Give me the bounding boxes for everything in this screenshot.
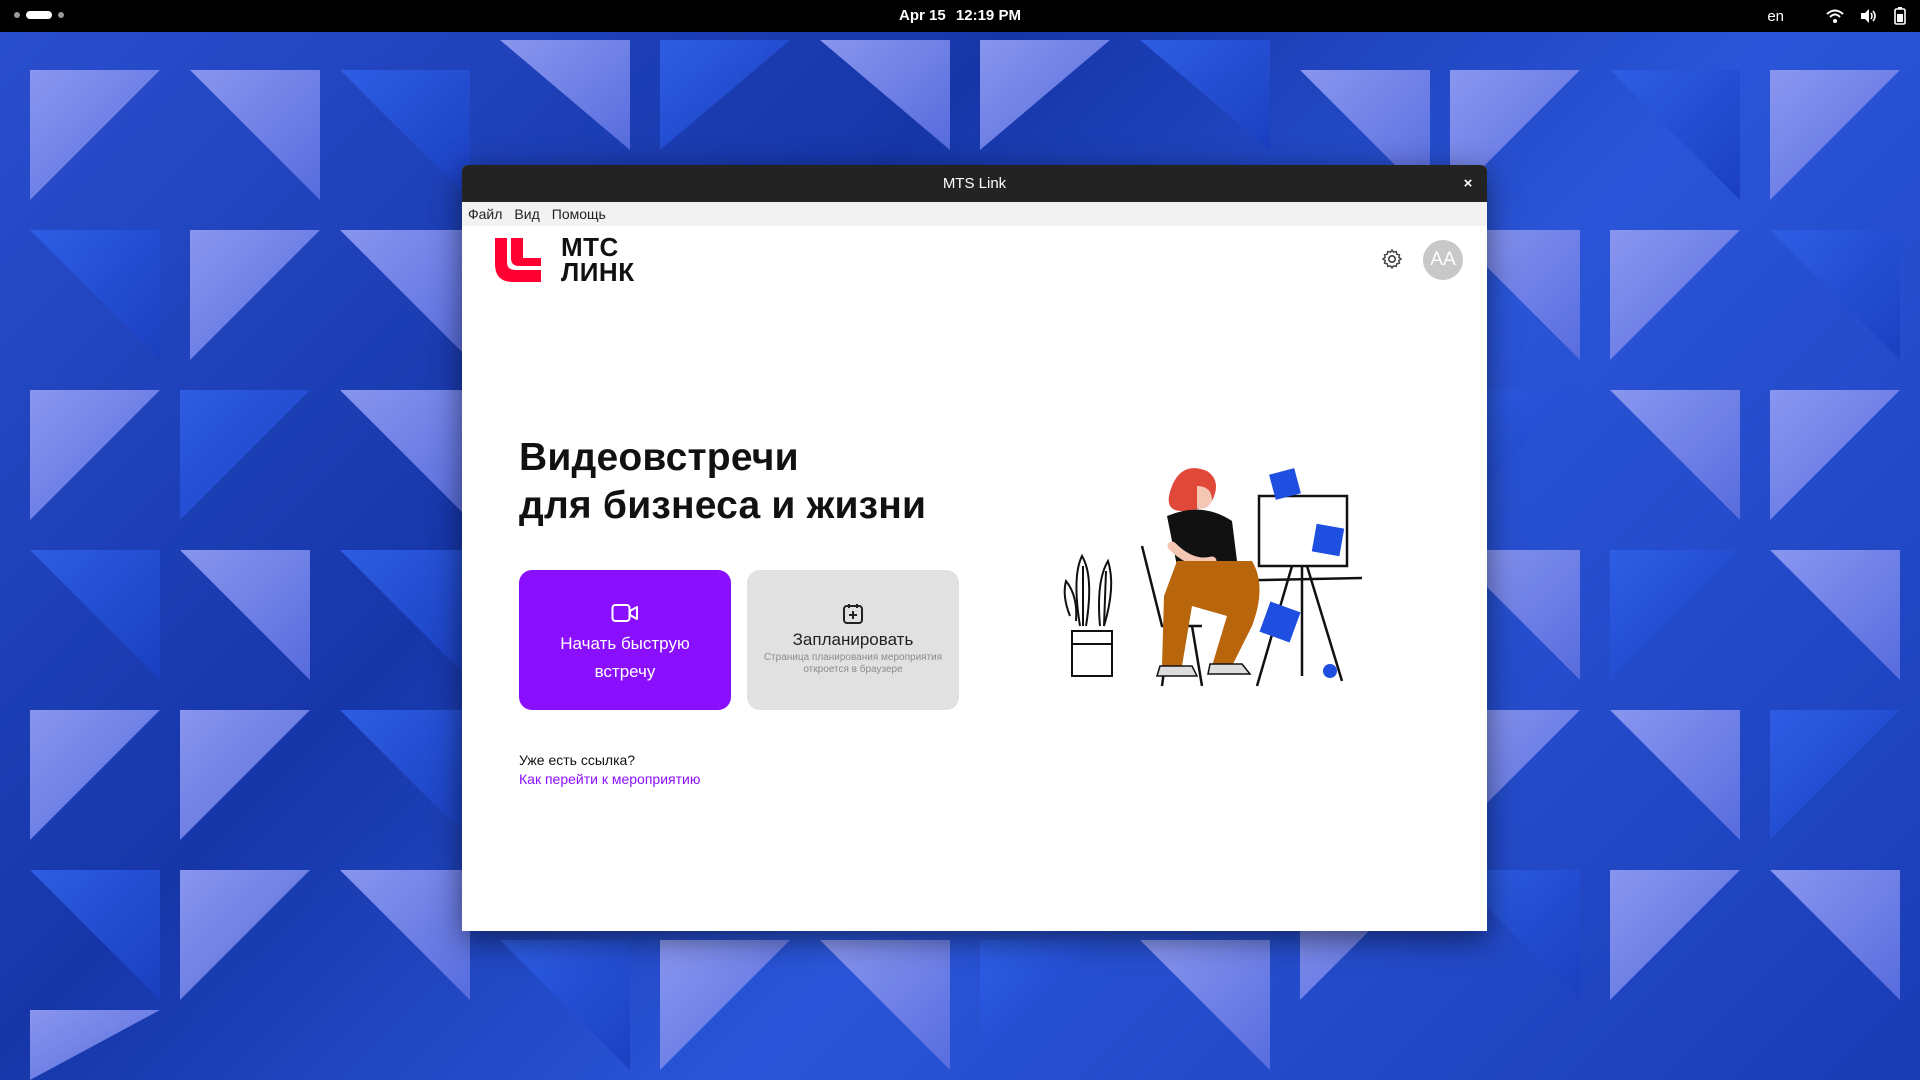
user-avatar[interactable]: AA	[1423, 240, 1463, 280]
how-to-join-link[interactable]: Как перейти к мероприятию	[519, 771, 700, 787]
system-top-bar: Apr 15 12:19 PM en	[0, 0, 1920, 32]
menu-file[interactable]: Файл	[468, 206, 502, 222]
system-tray[interactable]: en	[1767, 0, 1906, 32]
wifi-icon	[1826, 9, 1844, 23]
logo-line2: ЛИНК	[561, 257, 635, 287]
woman-at-desk-illustration	[1063, 468, 1363, 687]
quick-meeting-label: Начать быструю встречу	[560, 634, 690, 681]
clock-time: 12:19 PM	[955, 7, 1021, 24]
settings-button[interactable]	[1381, 248, 1403, 275]
volume-icon	[1861, 9, 1876, 23]
app-content: МТС ЛИНК AA Видеовстречи для бизнеса и ж…	[462, 226, 1487, 931]
mts-link-logo: МТС ЛИНК	[495, 234, 635, 287]
menu-view[interactable]: Вид	[514, 206, 539, 222]
video-camera-icon	[611, 604, 638, 622]
window-titlebar[interactable]: MTS Link ×	[462, 165, 1487, 202]
schedule-label: Запланировать	[792, 630, 914, 649]
schedule-hint: Страница планирования мероприятия открое…	[763, 652, 943, 675]
mts-link-logo-mark	[495, 238, 541, 282]
window-title: MTS Link	[942, 175, 1007, 192]
window-close-button[interactable]: ×	[1457, 173, 1479, 195]
keyboard-layout-indicator[interactable]: en	[1767, 8, 1784, 25]
headline-line2: для бизнеса и жизни	[519, 484, 927, 527]
menu-help[interactable]: Помощь	[552, 206, 606, 222]
app-window: MTS Link × Файл Вид Помощь МТС ЛИНК AA В	[462, 165, 1487, 931]
clock[interactable]: Apr 15 12:19 PM	[0, 0, 1920, 32]
settings-gear-icon	[1382, 249, 1402, 269]
plant-illustration	[1063, 553, 1113, 677]
quick-meeting-button[interactable]: Начать быструю встречу	[519, 570, 731, 710]
menu-bar: Файл Вид Помощь	[462, 202, 1487, 226]
woman-figure	[1155, 468, 1260, 677]
schedule-button[interactable]: Запланировать Страница планирования меро…	[747, 570, 959, 710]
headline-line1: Видеовстречи	[519, 436, 799, 479]
calendar-add-icon	[843, 604, 863, 624]
logo-wordmark: МТС ЛИНК	[561, 234, 635, 287]
clock-date: Apr 15	[899, 7, 946, 24]
already-have-link-text: Уже есть ссылка?	[519, 752, 636, 768]
page-headline: Видеовстречи для бизнеса и жизни	[519, 434, 926, 530]
battery-icon	[1894, 7, 1906, 25]
